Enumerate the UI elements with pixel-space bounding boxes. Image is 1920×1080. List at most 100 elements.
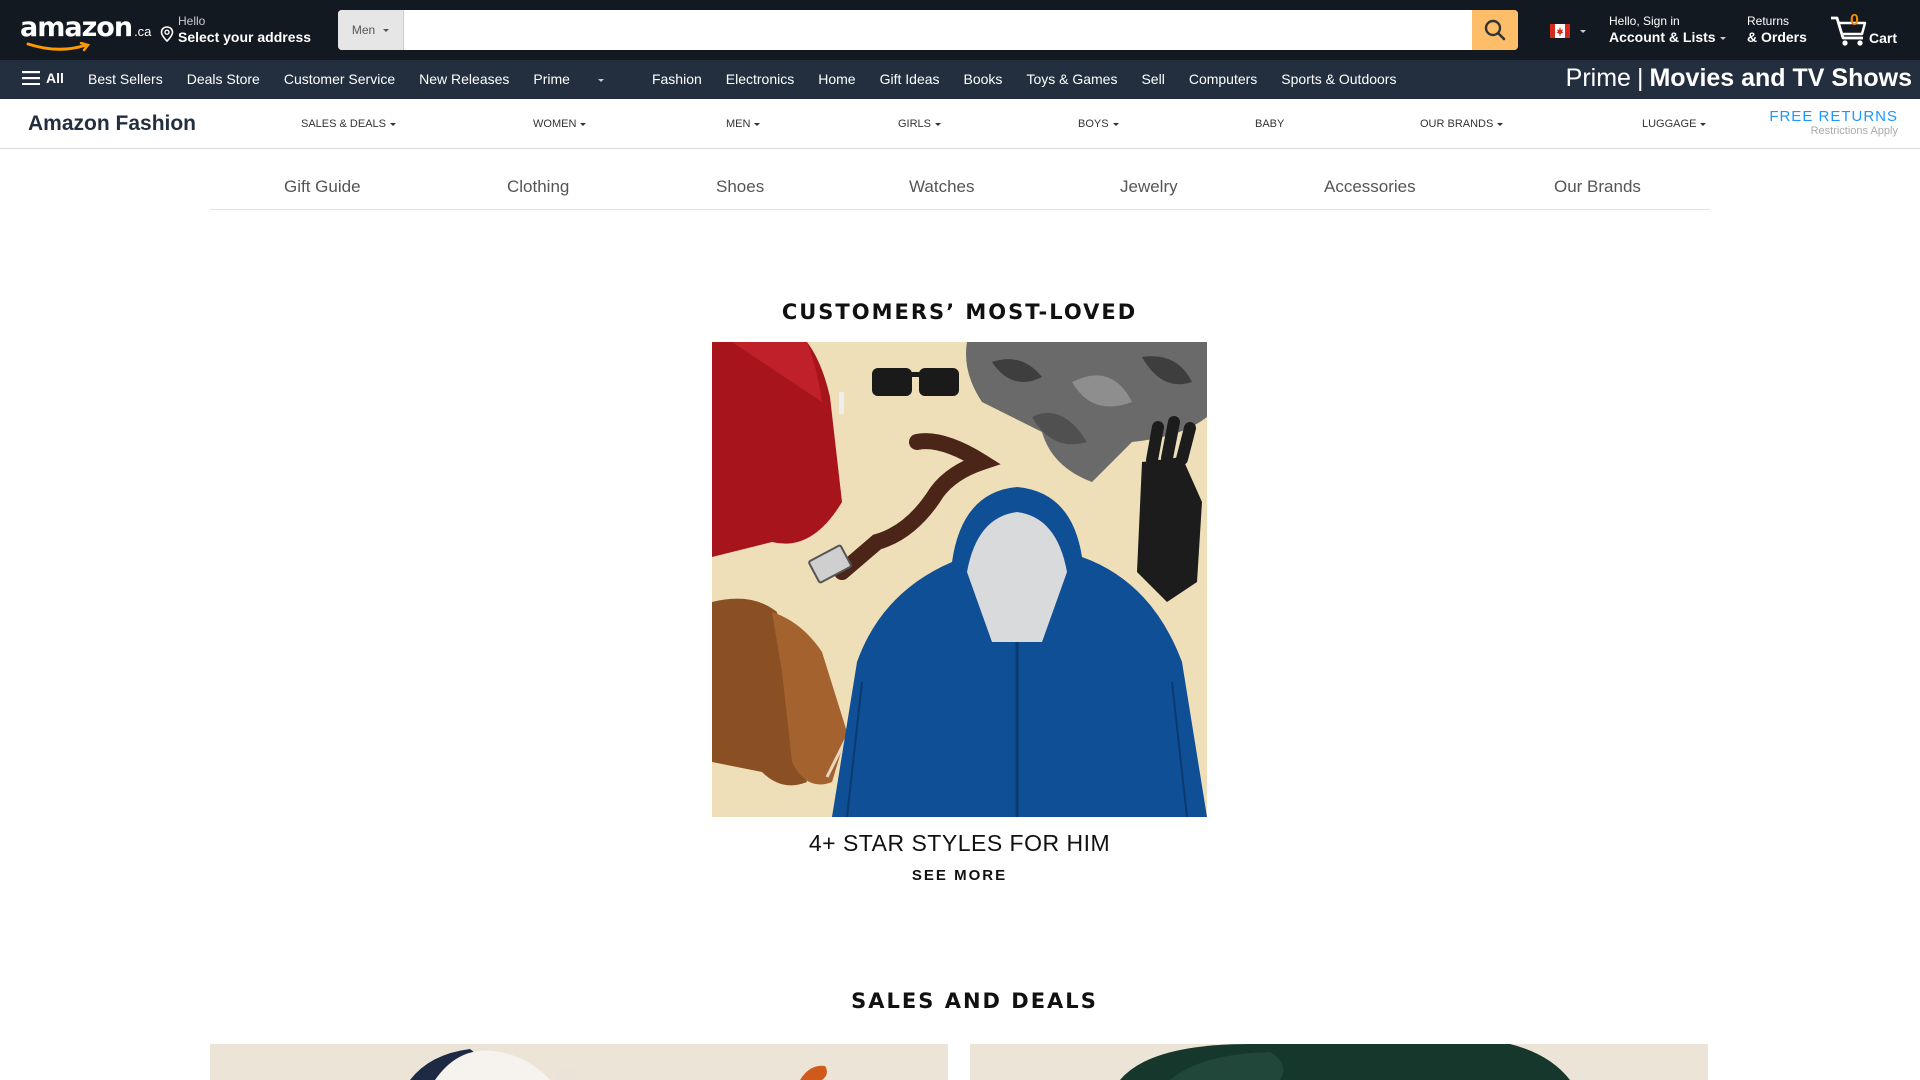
nav-link-new-releases[interactable]: New Releases <box>419 71 509 87</box>
nav-link-computers[interactable]: Computers <box>1189 71 1257 87</box>
promo-movies: Movies and TV Shows <box>1649 64 1912 92</box>
nav-link-gift-ideas[interactable]: Gift Ideas <box>880 71 940 87</box>
account-label: Account & Lists <box>1609 29 1716 45</box>
category-shoes[interactable]: Shoes <box>716 177 764 197</box>
top-nav: amazon.ca Hello Select your address Men <box>0 0 1920 60</box>
deal-image-left <box>210 1044 948 1080</box>
main-nav: All Best Sellers Deals Store Customer Se… <box>0 60 1920 99</box>
nav-link-deals-store[interactable]: Deals Store <box>187 71 260 87</box>
subnav-label: OUR BRANDS <box>1420 118 1494 130</box>
hero-illustration <box>712 342 1207 817</box>
nav-link-fashion[interactable]: Fashion <box>652 71 702 87</box>
free-returns-badge[interactable]: FREE RETURNS Restrictions Apply <box>1769 108 1898 137</box>
hero-caption[interactable]: 4+ STAR STYLES FOR HIM <box>712 830 1207 857</box>
deal-tile-right[interactable] <box>970 1044 1708 1080</box>
subnav-label: MEN <box>726 118 751 130</box>
search-bar: Men <box>338 10 1518 50</box>
restrictions-text: Restrictions Apply <box>1810 125 1898 137</box>
all-menu-button[interactable]: All <box>22 70 64 86</box>
subnav-sales-deals[interactable]: SALES & DEALS <box>301 118 396 130</box>
chevron-down-icon <box>580 122 587 126</box>
category-row: Gift Guide Clothing Shoes Watches Jewelr… <box>210 150 1710 210</box>
nav-link-sell[interactable]: Sell <box>1141 71 1164 87</box>
subnav-men[interactable]: MEN <box>726 118 761 130</box>
chevron-down-icon <box>1112 122 1119 126</box>
chevron-down-icon <box>754 122 761 126</box>
search-button[interactable] <box>1472 10 1518 50</box>
account-label-row: Account & Lists <box>1609 28 1726 46</box>
search-input[interactable] <box>404 10 1470 50</box>
most-loved-heading: CUSTOMERS’ MOST-LOVED <box>781 300 1138 324</box>
subnav-boys[interactable]: BOYS <box>1078 118 1119 130</box>
language-selector[interactable] <box>1550 24 1586 38</box>
logo-tld: .ca <box>134 24 152 39</box>
nav-link-prime[interactable]: Prime <box>533 71 628 87</box>
chevron-down-icon <box>1497 122 1504 126</box>
nav-link-toys-games[interactable]: Toys & Games <box>1026 71 1117 87</box>
subnav-label: WOMEN <box>533 118 577 130</box>
subnav-label: LUGGAGE <box>1642 118 1697 130</box>
chevron-down-icon <box>1719 36 1726 40</box>
deliver-to[interactable]: Hello Select your address <box>160 14 311 46</box>
chevron-down-icon <box>1580 29 1586 33</box>
deal-tile-left[interactable] <box>210 1044 948 1080</box>
free-returns-text: FREE RETURNS <box>1769 108 1898 125</box>
deliver-address: Select your address <box>178 29 312 45</box>
subnav-label: BOYS <box>1078 118 1109 130</box>
subnav-girls[interactable]: GIRLS <box>898 118 942 130</box>
subnav-our-brands[interactable]: OUR BRANDS <box>1420 118 1504 130</box>
canada-flag-icon <box>1550 24 1570 38</box>
cart-label: Cart <box>1869 30 1898 46</box>
subnav-baby[interactable]: BABY <box>1255 118 1284 130</box>
promo-prime: Prime <box>1565 64 1631 92</box>
smile-icon <box>26 42 91 52</box>
subnav-luggage[interactable]: LUGGAGE <box>1642 118 1707 130</box>
location-pin-icon <box>160 26 174 42</box>
search-icon <box>1484 19 1506 41</box>
subnav-women[interactable]: WOMEN <box>533 118 587 130</box>
logo-word: amazon <box>20 12 133 43</box>
nav-links: Best Sellers Deals Store Customer Servic… <box>88 71 1420 87</box>
cart-count: 0 <box>1850 12 1859 29</box>
subnav-label: SALES & DEALS <box>301 118 386 130</box>
nav-link-electronics[interactable]: Electronics <box>726 71 794 87</box>
category-watches[interactable]: Watches <box>909 177 975 197</box>
returns-orders[interactable]: Returns & Orders <box>1747 14 1807 46</box>
amazon-fashion-brand[interactable]: Amazon Fashion <box>28 112 196 136</box>
all-label: All <box>46 70 64 86</box>
category-jewelry[interactable]: Jewelry <box>1120 177 1178 197</box>
category-clothing[interactable]: Clothing <box>507 177 569 197</box>
category-our-brands[interactable]: Our Brands <box>1554 177 1641 197</box>
search-category-dropdown[interactable]: Men <box>338 10 404 50</box>
nav-link-customer-service[interactable]: Customer Service <box>284 71 395 87</box>
subnav-label: BABY <box>1255 118 1285 130</box>
deliver-hello: Hello <box>178 14 206 28</box>
chevron-down-icon <box>935 122 942 126</box>
nav-link-books[interactable]: Books <box>964 71 1003 87</box>
see-more-link[interactable]: SEE MORE <box>712 867 1207 884</box>
chevron-down-icon <box>597 78 604 82</box>
returns-label: Returns <box>1747 14 1790 28</box>
chevron-down-icon <box>390 122 396 126</box>
prime-video-promo[interactable]: Prime | Movies and TV Shows <box>1566 64 1912 93</box>
category-accessories[interactable]: Accessories <box>1324 177 1416 197</box>
sales-deals-heading: SALES AND DEALS <box>851 989 1098 1013</box>
promo-separator: | <box>1636 64 1644 92</box>
amazon-logo[interactable]: amazon .ca <box>20 12 151 52</box>
nav-link-sports-outdoors[interactable]: Sports & Outdoors <box>1281 71 1396 87</box>
orders-label: & Orders <box>1747 29 1807 45</box>
account-greeting: Hello, Sign in <box>1609 14 1680 28</box>
account-lists[interactable]: Hello, Sign in Account & Lists <box>1609 14 1726 46</box>
chevron-down-icon <box>383 28 390 32</box>
hero-image-menswear[interactable] <box>712 342 1207 817</box>
category-gift-guide[interactable]: Gift Guide <box>284 177 361 197</box>
nav-link-home[interactable]: Home <box>818 71 855 87</box>
nav-link-best-sellers[interactable]: Best Sellers <box>88 71 163 87</box>
cart-button[interactable]: 0 Cart <box>1829 10 1909 50</box>
chevron-down-icon <box>1700 122 1707 126</box>
nav-link-prime-label: Prime <box>533 71 570 87</box>
cart-icon <box>1831 16 1867 46</box>
search-category-label: Men <box>351 23 376 37</box>
hamburger-menu-icon <box>22 71 40 85</box>
fashion-subnav: Amazon Fashion SALES & DEALS WOMEN MEN G… <box>0 99 1920 149</box>
